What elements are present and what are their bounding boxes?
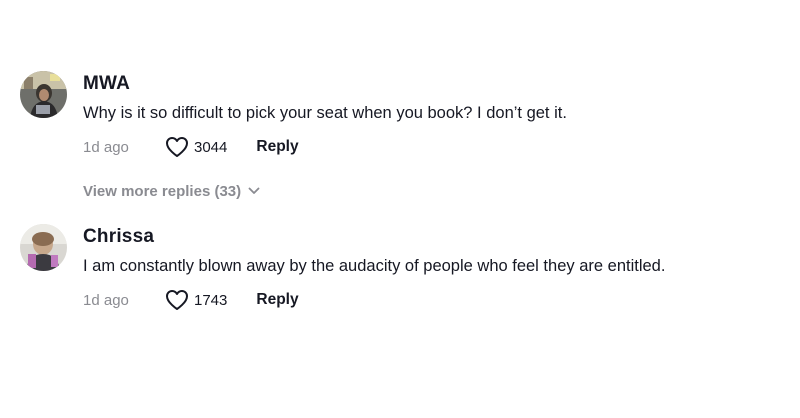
- reply-button[interactable]: Reply: [256, 291, 298, 309]
- avatar-chrissa[interactable]: [20, 224, 67, 271]
- comment-meta: 1d ago 3044 Reply: [83, 135, 299, 159]
- comment-meta: 1d ago 1743 Reply: [83, 288, 299, 312]
- view-more-replies-button[interactable]: View more replies (33): [83, 180, 260, 202]
- comment-text: I am constantly blown away by the audaci…: [83, 257, 666, 275]
- reply-button[interactable]: Reply: [256, 138, 298, 156]
- like-count: 3044: [194, 138, 228, 156]
- avatar-image: [20, 71, 67, 118]
- avatar-image: [20, 224, 67, 271]
- like-count: 1743: [194, 291, 228, 309]
- avatar-mwa[interactable]: [20, 71, 67, 118]
- comment-text: Why is it so difficult to pick your seat…: [83, 104, 567, 122]
- comment-time: 1d ago: [83, 291, 129, 309]
- heart-outline-icon: [166, 137, 188, 157]
- like-button[interactable]: 1743: [165, 289, 227, 311]
- view-more-replies-label: View more replies (33): [83, 182, 242, 200]
- like-button[interactable]: 3044: [165, 136, 227, 158]
- comment-time: 1d ago: [83, 138, 129, 156]
- comment-username[interactable]: Chrissa: [83, 226, 154, 248]
- chevron-down-icon: [248, 187, 260, 194]
- comments-panel: MWA Why is it so difficult to pick your …: [0, 0, 800, 418]
- heart-outline-icon: [166, 290, 188, 310]
- comment-username[interactable]: MWA: [83, 73, 130, 95]
